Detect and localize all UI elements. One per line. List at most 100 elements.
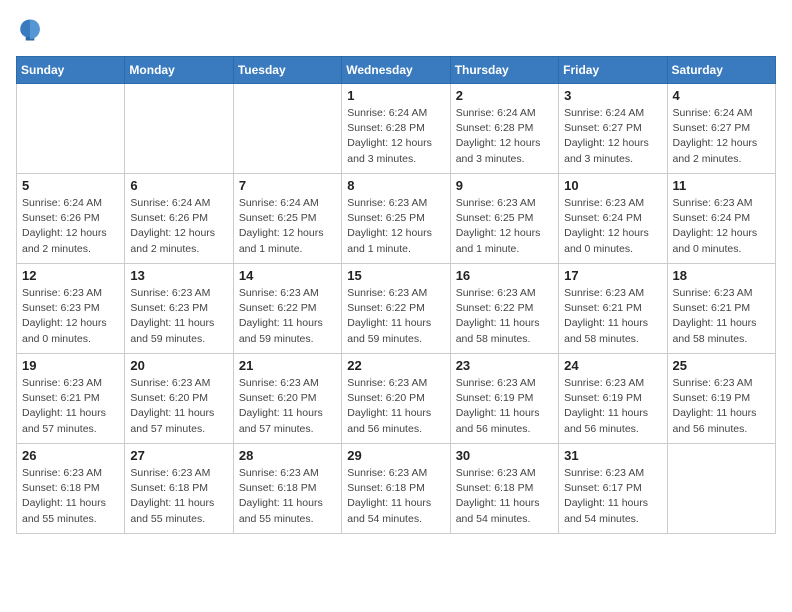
- calendar-cell: 7 Sunrise: 6:24 AM Sunset: 6:25 PM Daylig…: [233, 174, 341, 264]
- day-number: 19: [22, 358, 119, 373]
- calendar-cell: 16 Sunrise: 6:23 AM Sunset: 6:22 PM Dayli…: [450, 264, 558, 354]
- day-info: Sunrise: 6:23 AM Sunset: 6:18 PM Dayligh…: [130, 466, 227, 527]
- col-header-thursday: Thursday: [450, 57, 558, 84]
- calendar-header: SundayMondayTuesdayWednesdayThursdayFrid…: [17, 57, 776, 84]
- calendar-cell: 19 Sunrise: 6:23 AM Sunset: 6:21 PM Dayli…: [17, 354, 125, 444]
- day-number: 30: [456, 448, 553, 463]
- day-number: 18: [673, 268, 770, 283]
- calendar-cell: [17, 84, 125, 174]
- day-number: 26: [22, 448, 119, 463]
- calendar-cell: 17 Sunrise: 6:23 AM Sunset: 6:21 PM Dayli…: [559, 264, 667, 354]
- calendar-cell: 5 Sunrise: 6:24 AM Sunset: 6:26 PM Daylig…: [17, 174, 125, 264]
- day-info: Sunrise: 6:24 AM Sunset: 6:27 PM Dayligh…: [673, 106, 770, 167]
- day-info: Sunrise: 6:23 AM Sunset: 6:20 PM Dayligh…: [130, 376, 227, 437]
- day-number: 6: [130, 178, 227, 193]
- day-number: 11: [673, 178, 770, 193]
- calendar-cell: 4 Sunrise: 6:24 AM Sunset: 6:27 PM Daylig…: [667, 84, 775, 174]
- calendar-cell: 2 Sunrise: 6:24 AM Sunset: 6:28 PM Daylig…: [450, 84, 558, 174]
- calendar-cell: [667, 444, 775, 534]
- day-info: Sunrise: 6:23 AM Sunset: 6:25 PM Dayligh…: [456, 196, 553, 257]
- day-info: Sunrise: 6:23 AM Sunset: 6:19 PM Dayligh…: [673, 376, 770, 437]
- day-info: Sunrise: 6:23 AM Sunset: 6:18 PM Dayligh…: [347, 466, 444, 527]
- day-number: 17: [564, 268, 661, 283]
- day-info: Sunrise: 6:24 AM Sunset: 6:25 PM Dayligh…: [239, 196, 336, 257]
- calendar-cell: 27 Sunrise: 6:23 AM Sunset: 6:18 PM Dayli…: [125, 444, 233, 534]
- day-number: 12: [22, 268, 119, 283]
- day-number: 8: [347, 178, 444, 193]
- day-info: Sunrise: 6:23 AM Sunset: 6:20 PM Dayligh…: [347, 376, 444, 437]
- day-info: Sunrise: 6:23 AM Sunset: 6:24 PM Dayligh…: [564, 196, 661, 257]
- calendar-cell: 9 Sunrise: 6:23 AM Sunset: 6:25 PM Daylig…: [450, 174, 558, 264]
- col-header-saturday: Saturday: [667, 57, 775, 84]
- day-number: 3: [564, 88, 661, 103]
- col-header-monday: Monday: [125, 57, 233, 84]
- day-number: 21: [239, 358, 336, 373]
- day-info: Sunrise: 6:23 AM Sunset: 6:20 PM Dayligh…: [239, 376, 336, 437]
- calendar-cell: 12 Sunrise: 6:23 AM Sunset: 6:23 PM Dayli…: [17, 264, 125, 354]
- calendar-cell: 10 Sunrise: 6:23 AM Sunset: 6:24 PM Dayli…: [559, 174, 667, 264]
- day-info: Sunrise: 6:23 AM Sunset: 6:18 PM Dayligh…: [22, 466, 119, 527]
- day-number: 22: [347, 358, 444, 373]
- day-info: Sunrise: 6:23 AM Sunset: 6:19 PM Dayligh…: [456, 376, 553, 437]
- calendar-cell: 31 Sunrise: 6:23 AM Sunset: 6:17 PM Dayli…: [559, 444, 667, 534]
- calendar-cell: 25 Sunrise: 6:23 AM Sunset: 6:19 PM Dayli…: [667, 354, 775, 444]
- calendar-cell: 23 Sunrise: 6:23 AM Sunset: 6:19 PM Dayli…: [450, 354, 558, 444]
- day-info: Sunrise: 6:24 AM Sunset: 6:27 PM Dayligh…: [564, 106, 661, 167]
- calendar-cell: 26 Sunrise: 6:23 AM Sunset: 6:18 PM Dayli…: [17, 444, 125, 534]
- logo-icon: [16, 16, 44, 44]
- col-header-sunday: Sunday: [17, 57, 125, 84]
- calendar-cell: 6 Sunrise: 6:24 AM Sunset: 6:26 PM Daylig…: [125, 174, 233, 264]
- calendar-cell: 28Sunrise: 6:23 AM Sunset: 6:18 PM Dayli…: [233, 444, 341, 534]
- day-number: 20: [130, 358, 227, 373]
- day-number: 9: [456, 178, 553, 193]
- day-info: Sunrise: 6:24 AM Sunset: 6:28 PM Dayligh…: [347, 106, 444, 167]
- logo: [16, 16, 48, 44]
- calendar-cell: 20 Sunrise: 6:23 AM Sunset: 6:20 PM Dayli…: [125, 354, 233, 444]
- day-number: 10: [564, 178, 661, 193]
- day-number: 24: [564, 358, 661, 373]
- day-number: 16: [456, 268, 553, 283]
- day-number: 5: [22, 178, 119, 193]
- calendar-cell: 18 Sunrise: 6:23 AM Sunset: 6:21 PM Dayli…: [667, 264, 775, 354]
- col-header-wednesday: Wednesday: [342, 57, 450, 84]
- day-number: 28: [239, 448, 336, 463]
- calendar-cell: 3 Sunrise: 6:24 AM Sunset: 6:27 PM Daylig…: [559, 84, 667, 174]
- day-number: 14: [239, 268, 336, 283]
- calendar-cell: 1 Sunrise: 6:24 AM Sunset: 6:28 PM Daylig…: [342, 84, 450, 174]
- day-info: Sunrise: 6:23 AM Sunset: 6:19 PM Dayligh…: [564, 376, 661, 437]
- day-info: Sunrise: 6:23 AM Sunset: 6:21 PM Dayligh…: [673, 286, 770, 347]
- day-number: 15: [347, 268, 444, 283]
- day-info: Sunrise: 6:24 AM Sunset: 6:28 PM Dayligh…: [456, 106, 553, 167]
- col-header-tuesday: Tuesday: [233, 57, 341, 84]
- calendar-cell: 24 Sunrise: 6:23 AM Sunset: 6:19 PM Dayli…: [559, 354, 667, 444]
- day-number: 25: [673, 358, 770, 373]
- day-info: Sunrise: 6:23 AM Sunset: 6:23 PM Dayligh…: [22, 286, 119, 347]
- calendar-cell: 30 Sunrise: 6:23 AM Sunset: 6:18 PM Dayli…: [450, 444, 558, 534]
- day-number: 2: [456, 88, 553, 103]
- calendar-cell: 22 Sunrise: 6:23 AM Sunset: 6:20 PM Dayli…: [342, 354, 450, 444]
- day-info: Sunrise: 6:24 AM Sunset: 6:26 PM Dayligh…: [22, 196, 119, 257]
- day-number: 23: [456, 358, 553, 373]
- day-info: Sunrise: 6:23 AM Sunset: 6:22 PM Dayligh…: [456, 286, 553, 347]
- day-info: Sunrise: 6:23 AM Sunset: 6:21 PM Dayligh…: [564, 286, 661, 347]
- day-number: 4: [673, 88, 770, 103]
- day-info: Sunrise: 6:23 AM Sunset: 6:21 PM Dayligh…: [22, 376, 119, 437]
- day-info: Sunrise: 6:23 AM Sunset: 6:22 PM Dayligh…: [347, 286, 444, 347]
- day-number: 7: [239, 178, 336, 193]
- calendar-cell: 13Sunrise: 6:23 AM Sunset: 6:23 PM Dayli…: [125, 264, 233, 354]
- calendar-cell: [233, 84, 341, 174]
- day-info: Sunrise: 6:23 AM Sunset: 6:17 PM Dayligh…: [564, 466, 661, 527]
- day-number: 1: [347, 88, 444, 103]
- day-info: Sunrise: 6:23 AM Sunset: 6:18 PM Dayligh…: [456, 466, 553, 527]
- day-number: 29: [347, 448, 444, 463]
- calendar-cell: [125, 84, 233, 174]
- calendar-cell: 29 Sunrise: 6:23 AM Sunset: 6:18 PM Dayli…: [342, 444, 450, 534]
- calendar-cell: 21 Sunrise: 6:23 AM Sunset: 6:20 PM Dayli…: [233, 354, 341, 444]
- day-info: Sunrise: 6:24 AM Sunset: 6:26 PM Dayligh…: [130, 196, 227, 257]
- day-number: 27: [130, 448, 227, 463]
- calendar-cell: 15 Sunrise: 6:23 AM Sunset: 6:22 PM Dayli…: [342, 264, 450, 354]
- calendar-cell: 14 Sunrise: 6:23 AM Sunset: 6:22 PM Dayli…: [233, 264, 341, 354]
- day-info: Sunrise: 6:23 AM Sunset: 6:24 PM Dayligh…: [673, 196, 770, 257]
- day-info: Sunrise: 6:23 AM Sunset: 6:22 PM Dayligh…: [239, 286, 336, 347]
- day-number: 31: [564, 448, 661, 463]
